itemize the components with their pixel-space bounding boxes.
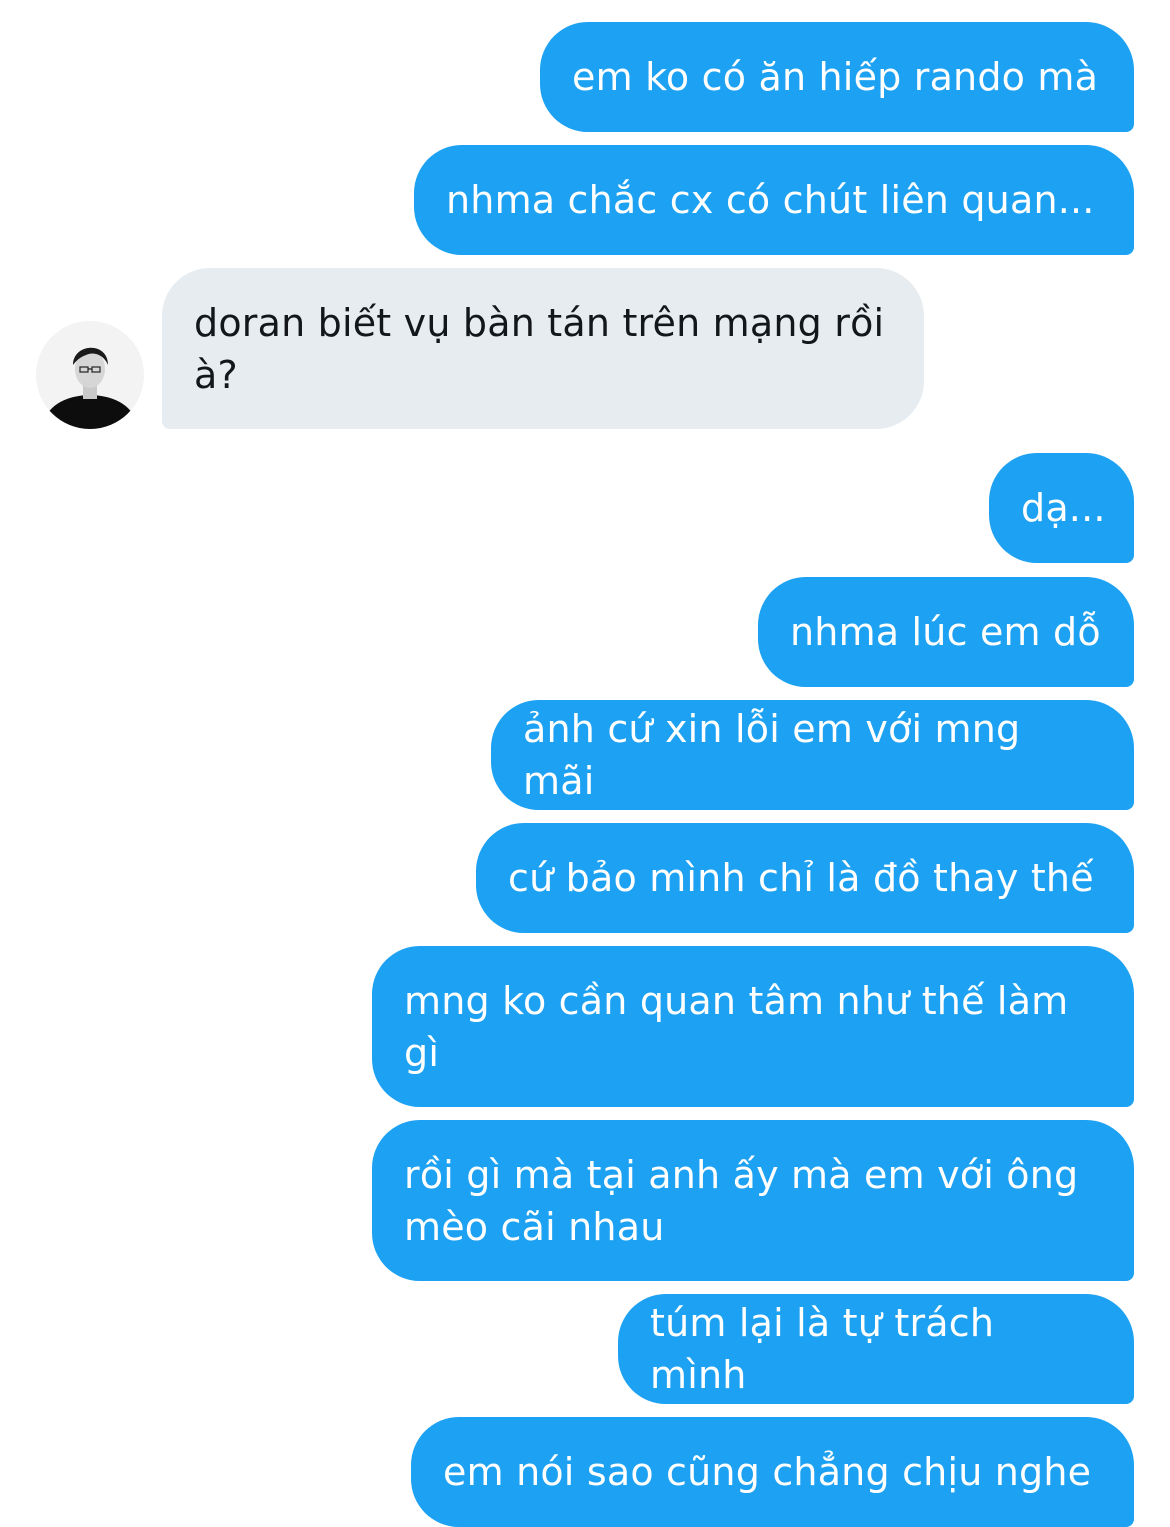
message-text: em nói sao cũng chẳng chịu nghe xyxy=(443,1450,1092,1494)
message-text: dạ... xyxy=(1021,486,1106,530)
message-text: ảnh cứ xin lỗi em với mng mãi xyxy=(523,707,1021,803)
message-bubble-out[interactable]: nhma lúc em dỗ xyxy=(758,577,1134,687)
sender-avatar[interactable] xyxy=(36,321,144,429)
message-text: em ko có ăn hiếp rando mà xyxy=(572,55,1099,99)
message-bubble-out[interactable]: dạ... xyxy=(989,453,1134,563)
message-text: nhma lúc em dỗ xyxy=(790,610,1101,654)
message-bubble-out[interactable]: mng ko cần quan tâm như thế làm gì xyxy=(372,946,1134,1107)
message-bubble-out[interactable]: túm lại là tự trách mình xyxy=(618,1294,1134,1404)
message-bubble-out[interactable]: em ko có ăn hiếp rando mà xyxy=(540,22,1134,132)
message-bubble-out[interactable]: rồi gì mà tại anh ấy mà em với ông mèo c… xyxy=(372,1120,1134,1281)
message-text: cứ bảo mình chỉ là đồ thay thế xyxy=(508,856,1094,900)
message-bubble-in[interactable]: doran biết vụ bàn tán trên mạng rồi à? xyxy=(162,268,924,429)
message-bubble-out[interactable]: ảnh cứ xin lỗi em với mng mãi xyxy=(491,700,1134,810)
message-text: doran biết vụ bàn tán trên mạng rồi à? xyxy=(194,300,885,397)
message-text: mng ko cần quan tâm như thế làm gì xyxy=(404,978,1069,1075)
message-bubble-out[interactable]: cứ bảo mình chỉ là đồ thay thế xyxy=(476,823,1134,933)
message-bubble-out[interactable]: em nói sao cũng chẳng chịu nghe xyxy=(411,1417,1134,1527)
user-avatar-icon xyxy=(36,321,144,429)
message-bubble-out[interactable]: nhma chắc cx có chút liên quan... xyxy=(414,145,1134,255)
message-text: rồi gì mà tại anh ấy mà em với ông mèo c… xyxy=(404,1152,1079,1249)
message-text: túm lại là tự trách mình xyxy=(650,1301,995,1397)
message-text: nhma chắc cx có chút liên quan... xyxy=(446,178,1095,222)
